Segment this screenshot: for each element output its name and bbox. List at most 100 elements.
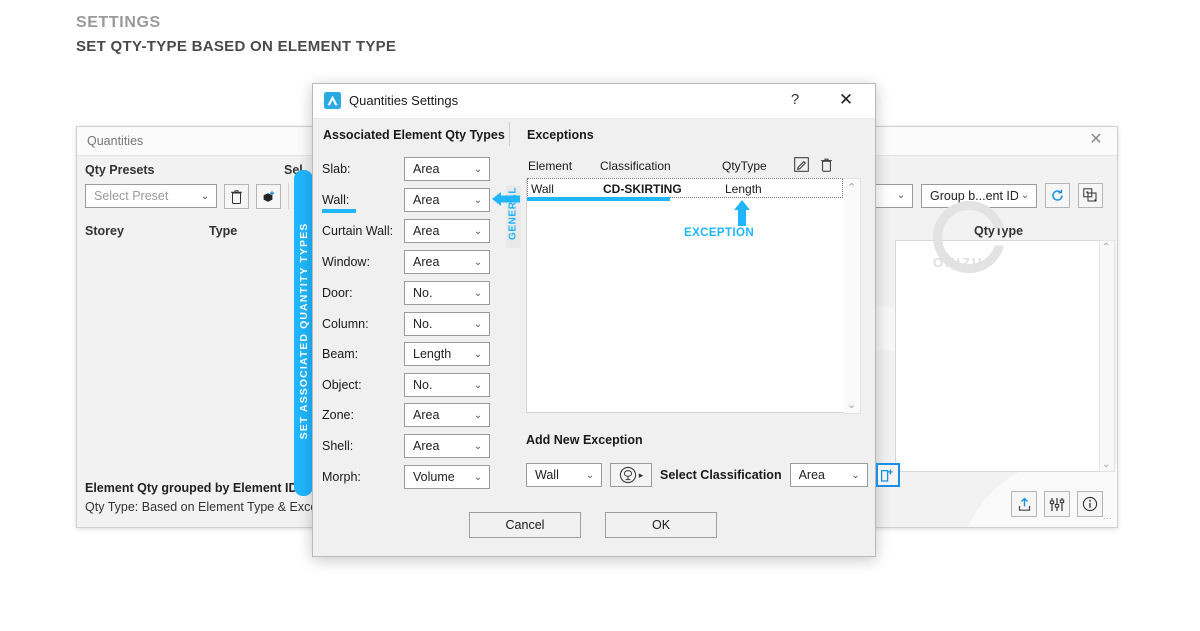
export-icon [1018, 497, 1030, 511]
scroll-down-icon[interactable]: ⌄ [1102, 459, 1110, 470]
annotation-general-label: GENERAL [507, 186, 519, 241]
add-new-exception-title: Add New Exception [526, 433, 643, 447]
dialog-titlebar: Quantities Settings ? ✕ [313, 84, 875, 119]
qty-type-row-door: Door: No. ⌄ [322, 281, 490, 305]
qty-type-row-morph: Morph: Volume ⌄ [322, 465, 490, 489]
qty-type-label: Curtain Wall: [322, 224, 394, 238]
annotation-set-associated-label: SET ASSOCIATED QUANTITY TYPES [298, 222, 310, 440]
annotation-general-tab: GENERAL [506, 186, 521, 248]
list-scrollbar[interactable]: ⌃ ⌄ [1099, 240, 1115, 472]
chevron-down-icon: ⌄ [896, 190, 906, 201]
help-icon[interactable]: ? [784, 91, 806, 108]
cell-qtytype: Length [725, 182, 762, 196]
annotation-wall-underline [322, 209, 356, 213]
chevron-down-icon: ⌄ [585, 469, 595, 481]
qty-type-label: Zone: [322, 408, 354, 422]
archicad-icon [324, 92, 341, 109]
qty-type-label: Shell: [322, 439, 354, 453]
new-exception-qtytype-select[interactable]: Area ⌄ [789, 463, 868, 487]
cell-element: Wall [531, 182, 554, 196]
preset-toolbar: Select Preset ⌄ [85, 183, 321, 209]
filter-settings-button[interactable] [1044, 491, 1070, 517]
column-header-storey: Storey [85, 224, 124, 238]
qty-type-select-curtain-wall[interactable]: Area ⌄ [404, 219, 490, 243]
chevron-down-icon: ⌄ [851, 469, 860, 481]
screenshot-root: SETTINGS SET QTY-TYPE BASED ON ELEMENT T… [0, 0, 1200, 631]
chevron-down-icon: ⌄ [1020, 190, 1030, 201]
new-exception-element-select[interactable]: Wall ⌄ [526, 463, 602, 487]
resize-grip[interactable]: ⋯ [1103, 513, 1113, 524]
exceptions-scrollbar[interactable]: ⌃ ⌄ [844, 178, 861, 414]
toolbar-divider [288, 183, 289, 209]
trash-icon [231, 189, 242, 204]
qtytype-list-area[interactable] [895, 240, 1101, 472]
select-elements-icon [1083, 188, 1097, 202]
add-exception-button[interactable] [875, 463, 900, 487]
qty-presets-label: Qty Presets [85, 163, 155, 177]
info-button[interactable] [1077, 491, 1103, 517]
classification-tree-button[interactable]: ▸ [610, 463, 652, 487]
qty-type-row-object: Object: No. ⌄ [322, 373, 490, 397]
watermark-text: ONIZU [933, 255, 984, 270]
section-divider [509, 122, 510, 146]
close-icon[interactable]: ✕ [1087, 131, 1105, 149]
qty-type-select-object[interactable]: No. ⌄ [404, 373, 490, 397]
qty-type-select-beam[interactable]: Length ⌄ [404, 342, 490, 366]
quantities-title: Quantities [87, 134, 144, 148]
column-header-type: Type [209, 224, 238, 238]
chevron-down-icon: ⌄ [473, 256, 483, 268]
refresh-button[interactable] [1045, 183, 1070, 208]
scroll-down-icon[interactable]: ⌄ [847, 398, 856, 411]
close-icon[interactable]: ✕ [835, 90, 857, 109]
qty-type-select-slab[interactable]: Area ⌄ [404, 157, 490, 181]
footer-qtytype-text: Qty Type: Based on Element Type & Except… [85, 500, 338, 514]
new-preset-button[interactable] [256, 183, 281, 209]
qty-type-select-column[interactable]: No. ⌄ [404, 312, 490, 336]
column-header-qtytype: QtyType [722, 159, 767, 173]
edit-icon [794, 157, 809, 172]
qty-type-row-beam: Beam: Length ⌄ [322, 342, 490, 366]
qty-type-row-column: Column: No. ⌄ [322, 312, 490, 336]
preset-select[interactable]: Select Preset ⌄ [85, 184, 217, 208]
annotation-exception-label: EXCEPTION [684, 227, 755, 239]
qty-type-row-shell: Shell: Area ⌄ [322, 434, 490, 458]
scroll-up-icon[interactable]: ⌃ [1102, 242, 1110, 253]
chevron-down-icon: ⌄ [473, 440, 483, 452]
dialog-title: Quantities Settings [349, 93, 459, 108]
table-row[interactable]: Wall CD-SKIRTING Length [527, 178, 843, 198]
qty-type-label: Door: [322, 286, 353, 300]
exceptions-title: Exceptions [527, 128, 594, 142]
select-classification-label: Select Classification [660, 468, 782, 482]
dialog-button-bar: Cancel OK [312, 512, 874, 538]
page-subtitle: SET QTY-TYPE BASED ON ELEMENT TYPE [76, 38, 397, 55]
associated-qty-types-title: Associated Element Qty Types [323, 128, 505, 142]
qty-type-label: Slab: [322, 162, 351, 176]
qty-type-select-window[interactable]: Area ⌄ [404, 250, 490, 274]
qty-type-select-wall[interactable]: Area ⌄ [404, 188, 490, 212]
delete-preset-button[interactable] [224, 183, 249, 209]
cancel-button[interactable]: Cancel [469, 512, 581, 538]
footer-grouping-text: Element Qty grouped by Element ID [85, 481, 298, 495]
ok-button[interactable]: OK [605, 512, 717, 538]
qty-type-select-door[interactable]: No. ⌄ [404, 281, 490, 305]
export-button[interactable] [1011, 491, 1037, 517]
classification-tree-icon [619, 466, 636, 484]
add-new-exception-row: Wall ⌄ ▸ Select Classification Area ⌄ [526, 463, 900, 487]
qty-type-label: Window: [322, 255, 370, 269]
filter-sliders-icon [1049, 497, 1065, 511]
delete-exception-button[interactable] [820, 157, 833, 175]
scroll-up-icon[interactable]: ⌃ [847, 181, 856, 194]
qty-type-label: Object: [322, 378, 362, 392]
qty-type-select-shell[interactable]: Area ⌄ [404, 434, 490, 458]
qty-type-label: Wall: [322, 193, 350, 207]
trash-icon [821, 158, 832, 172]
qty-type-select-zone[interactable]: Area ⌄ [404, 403, 490, 427]
qty-type-select-morph[interactable]: Volume ⌄ [404, 465, 490, 489]
annotation-row-underline [527, 197, 670, 201]
select-elements-button[interactable] [1078, 183, 1103, 208]
column-header-classification: Classification [600, 159, 671, 173]
edit-exception-button[interactable] [794, 157, 809, 175]
qty-type-row-slab: Slab: Area ⌄ [322, 157, 490, 181]
exceptions-table-body[interactable]: Wall CD-SKIRTING Length [526, 178, 846, 413]
new-preset-icon [263, 190, 274, 202]
